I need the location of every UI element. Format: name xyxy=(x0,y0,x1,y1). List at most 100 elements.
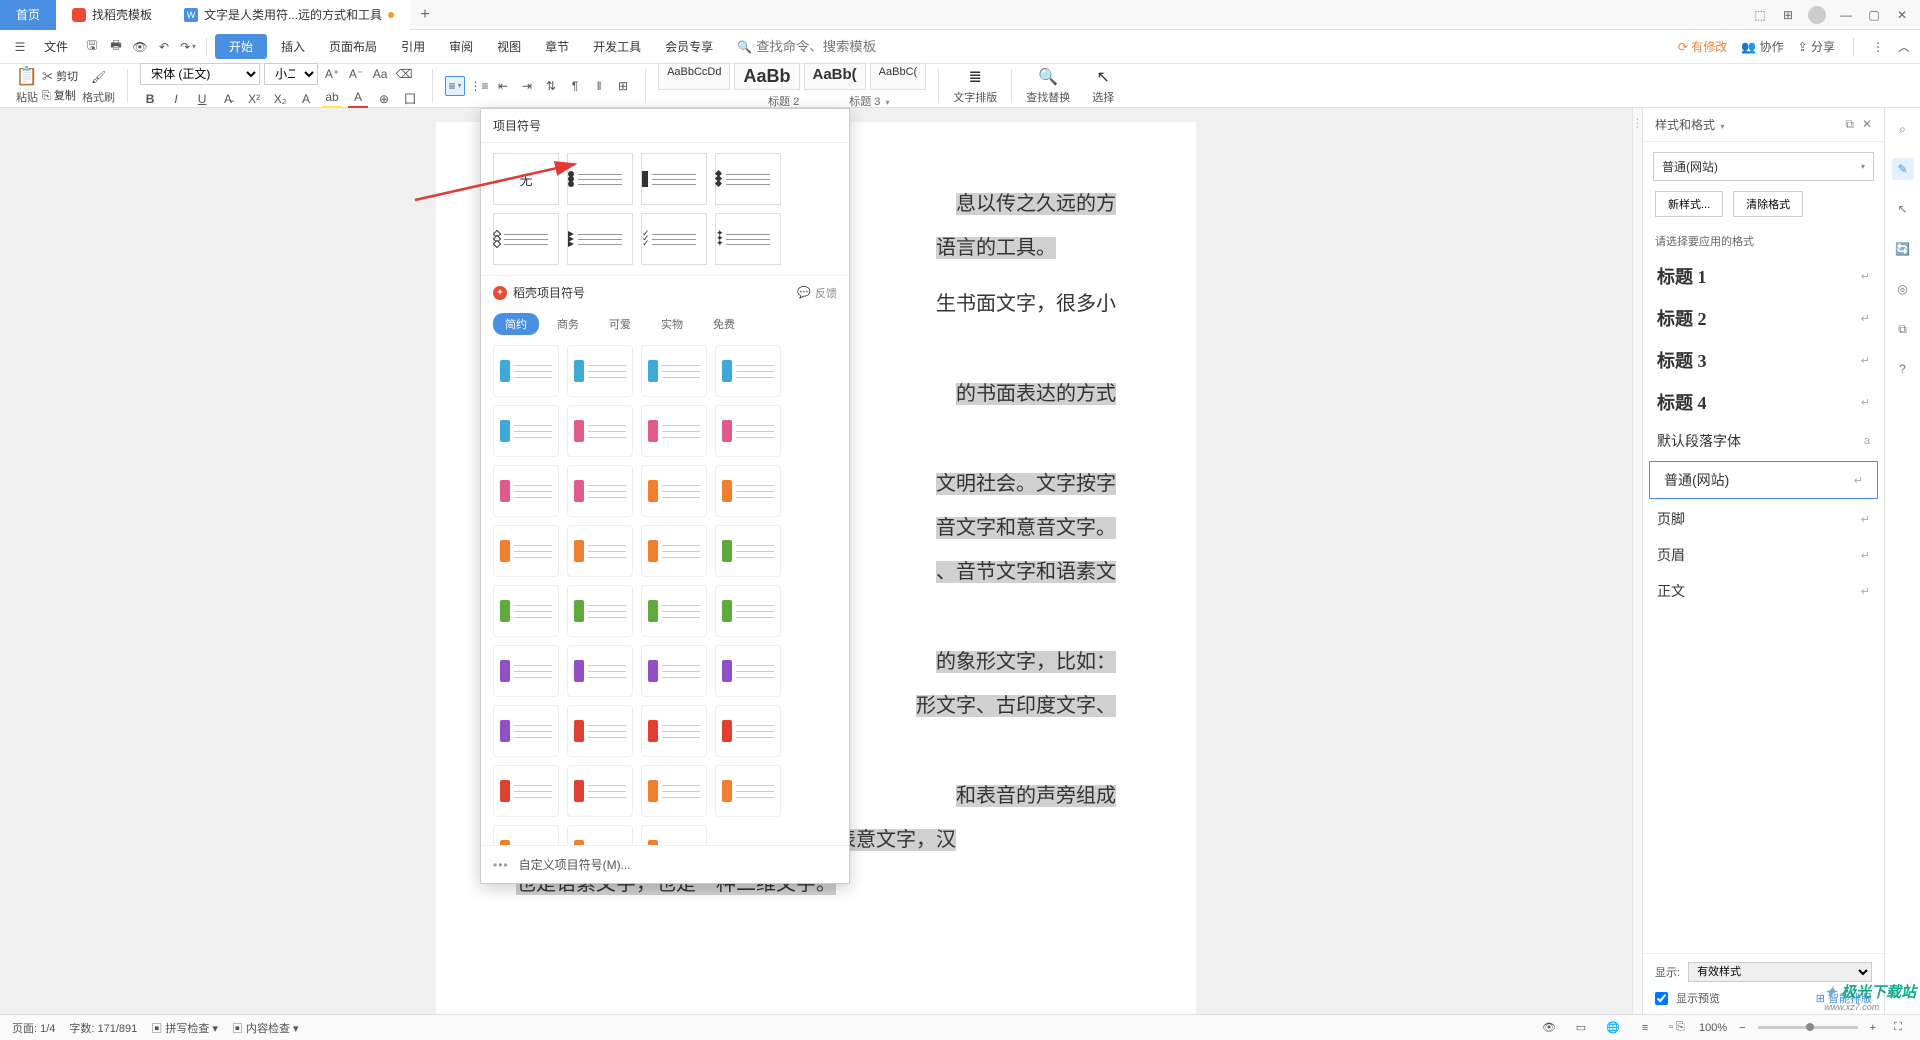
docer-bullet-28[interactable] xyxy=(493,765,559,817)
docer-bullet-26[interactable] xyxy=(641,705,707,757)
find-replace-button[interactable]: 🔍查找替换 xyxy=(1018,67,1078,105)
collab-button[interactable]: 👥 协作 xyxy=(1741,38,1783,55)
feedback-link[interactable]: 💬 反馈 xyxy=(797,285,837,301)
grow-font-icon[interactable]: A⁺ xyxy=(322,64,342,84)
menu-references[interactable]: 引用 xyxy=(391,34,435,59)
show-filter-select[interactable]: 有效样式 xyxy=(1688,962,1872,982)
clear-format-icon[interactable]: ⌫ xyxy=(394,64,414,84)
save-icon[interactable]: 🖫 xyxy=(82,37,102,57)
docer-tab-4[interactable]: 免费 xyxy=(701,313,747,335)
share-button[interactable]: ⇪ 分享 xyxy=(1798,38,1835,55)
preview-checkbox[interactable] xyxy=(1655,992,1668,1005)
bullet-star[interactable] xyxy=(715,213,781,265)
docer-bullet-23[interactable] xyxy=(715,645,781,697)
strip-translate-icon[interactable]: ⧉ xyxy=(1892,318,1914,340)
docer-bullet-5[interactable] xyxy=(567,405,633,457)
page-indicator[interactable]: 页面: 1/4 xyxy=(12,1020,55,1036)
font-size-select[interactable]: 小二 xyxy=(264,63,318,85)
docer-bullet-16[interactable] xyxy=(493,585,559,637)
docer-tab-3[interactable]: 实物 xyxy=(649,313,695,335)
docer-bullet-21[interactable] xyxy=(567,645,633,697)
zoom-value[interactable]: 100% xyxy=(1699,1022,1727,1034)
change-case-icon[interactable]: Aa xyxy=(370,64,390,84)
word-count[interactable]: 字数: 171/891 xyxy=(69,1020,137,1036)
docer-bullet-1[interactable] xyxy=(567,345,633,397)
print-icon[interactable]: 🖶 xyxy=(106,37,126,57)
highlight-icon[interactable]: ab xyxy=(322,89,342,109)
bullet-diamond[interactable] xyxy=(715,153,781,205)
redo-icon[interactable]: ↷▾ xyxy=(178,37,198,57)
docer-bullet-2[interactable] xyxy=(641,345,707,397)
docer-bullet-4[interactable] xyxy=(493,405,559,457)
view-page-icon[interactable]: ▫ ⎘ xyxy=(1667,1018,1687,1038)
strip-styles-icon[interactable]: ✎ xyxy=(1892,158,1914,180)
docer-bullet-15[interactable] xyxy=(715,525,781,577)
docer-bullet-17[interactable] xyxy=(567,585,633,637)
menu-member[interactable]: 会员专享 xyxy=(655,34,723,59)
hamburger-icon[interactable]: ☰ xyxy=(10,37,30,57)
bullet-square[interactable] xyxy=(641,153,707,205)
style-item-1[interactable]: 标题 2↵ xyxy=(1643,297,1884,339)
strip-select-icon[interactable]: ↖ xyxy=(1892,198,1914,220)
style-item-2[interactable]: 标题 3↵ xyxy=(1643,339,1884,381)
search-input[interactable] xyxy=(756,39,896,54)
preview-icon[interactable]: 👁 xyxy=(130,37,150,57)
menu-devtools[interactable]: 开发工具 xyxy=(583,34,651,59)
docer-bullet-25[interactable] xyxy=(567,705,633,757)
current-style-select[interactable]: 普通(网站)▾ xyxy=(1653,152,1874,181)
style-item-3[interactable]: 标题 4↵ xyxy=(1643,381,1884,423)
strip-help-icon[interactable]: ? xyxy=(1892,358,1914,380)
docer-bullet-18[interactable] xyxy=(641,585,707,637)
fullscreen-icon[interactable]: ⛶ xyxy=(1888,1018,1908,1038)
custom-bullet-row[interactable]: ••• 自定义项目符号(M)... xyxy=(481,845,849,883)
clear-format-button[interactable]: 清除格式 xyxy=(1733,191,1803,217)
tab-settings-icon[interactable]: ¶ xyxy=(565,76,585,96)
docer-bullet-0[interactable] xyxy=(493,345,559,397)
docer-bullet-22[interactable] xyxy=(641,645,707,697)
tab-docer[interactable]: 找稻壳模板 xyxy=(56,0,168,30)
view-eye-icon[interactable]: 👁 xyxy=(1539,1018,1559,1038)
menu-view[interactable]: 视图 xyxy=(487,34,531,59)
style-item-7[interactable]: 页眉↵ xyxy=(1643,537,1884,573)
layout-icon[interactable]: ⬚ xyxy=(1752,7,1768,23)
view-web-icon[interactable]: 🌐 xyxy=(1603,1018,1623,1038)
docer-bullet-24[interactable] xyxy=(493,705,559,757)
copy-button[interactable]: ⎘ 复制 xyxy=(42,87,78,103)
indent-icon[interactable]: ⇥ xyxy=(517,76,537,96)
command-search[interactable]: 🔍 xyxy=(737,39,896,54)
italic-icon[interactable]: I xyxy=(166,89,186,109)
format-painter-icon[interactable]: 🖌 xyxy=(89,67,109,87)
bullet-check[interactable] xyxy=(641,213,707,265)
style-preview-2[interactable]: AaBb xyxy=(734,63,799,90)
panel-divider[interactable]: ⋮ xyxy=(1632,108,1642,1014)
docer-bullet-8[interactable] xyxy=(493,465,559,517)
file-menu[interactable]: 文件 xyxy=(34,34,78,59)
outdent-icon[interactable]: ⇤ xyxy=(493,76,513,96)
subscript-icon[interactable]: X₂ xyxy=(270,89,290,109)
collapse-ribbon-icon[interactable]: ︿ xyxy=(1898,38,1910,55)
style-item-6[interactable]: 页脚↵ xyxy=(1643,501,1884,537)
line-spacing-icon[interactable]: ‖ xyxy=(589,76,609,96)
strip-clipboard-icon[interactable]: 🔄 xyxy=(1892,238,1914,260)
panel-close-icon[interactable]: ✕ xyxy=(1862,117,1872,132)
menu-insert[interactable]: 插入 xyxy=(271,34,315,59)
menu-section[interactable]: 章节 xyxy=(535,34,579,59)
docer-bullet-32[interactable] xyxy=(493,825,559,845)
text-layout-button[interactable]: ≣文字排版 xyxy=(945,67,1005,105)
docer-tab-2[interactable]: 可爱 xyxy=(597,313,643,335)
font-color-icon[interactable]: A xyxy=(348,89,368,109)
select-button[interactable]: ↖选择 xyxy=(1084,67,1122,105)
close-button[interactable]: ✕ xyxy=(1894,7,1910,23)
docer-bullet-7[interactable] xyxy=(715,405,781,457)
style-preview-1[interactable]: AaBbCcDd xyxy=(658,63,730,90)
paste-icon[interactable]: 📋 xyxy=(17,67,37,87)
font-family-select[interactable]: 宋体 (正文) xyxy=(140,63,260,85)
docer-tab-0[interactable]: 简约 xyxy=(493,313,539,335)
docer-bullet-33[interactable] xyxy=(567,825,633,845)
docer-bullet-13[interactable] xyxy=(567,525,633,577)
sort-icon[interactable]: ⇅ xyxy=(541,76,561,96)
pending-changes[interactable]: ⟳ 有修改 xyxy=(1678,38,1727,55)
docer-bullet-11[interactable] xyxy=(715,465,781,517)
tab-document[interactable]: W 文字是人类用符...远的方式和工具 xyxy=(168,0,410,30)
view-outline-icon[interactable]: ≡ xyxy=(1635,1018,1655,1038)
